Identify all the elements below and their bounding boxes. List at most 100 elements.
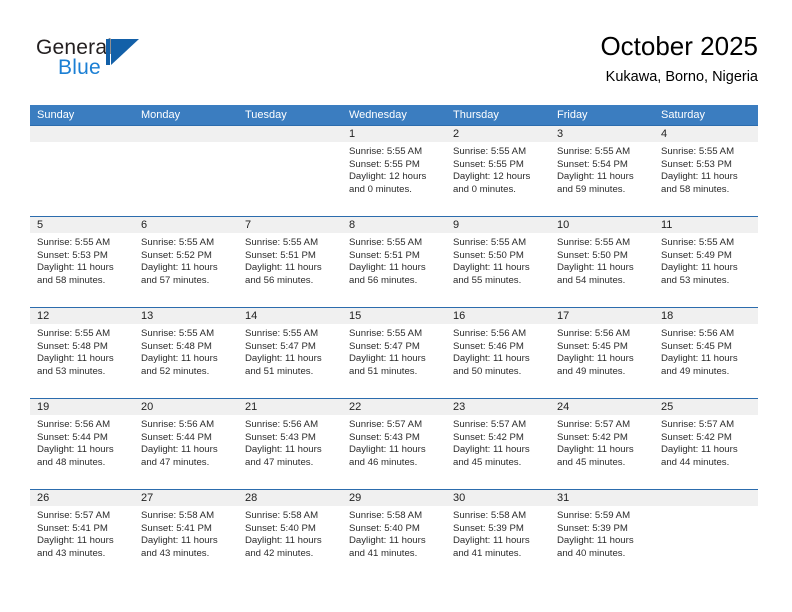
day-cell[interactable]: Sunrise: 5:56 AM Sunset: 5:45 PM Dayligh… — [550, 324, 654, 398]
day-number[interactable]: 4 — [654, 126, 758, 142]
sunset-text: Sunset: 5:40 PM — [349, 522, 420, 534]
day-number[interactable]: 26 — [30, 490, 134, 506]
day-number[interactable]: 17 — [550, 308, 654, 324]
daylight-text-line1: Daylight: 11 hours — [141, 444, 218, 456]
day-cell[interactable]: Sunrise: 5:56 AM Sunset: 5:44 PM Dayligh… — [30, 415, 134, 489]
day-number[interactable]: 2 — [446, 126, 550, 142]
sunset-text: Sunset: 5:49 PM — [661, 249, 732, 261]
week-detail-row: Sunrise: 5:57 AM Sunset: 5:41 PM Dayligh… — [30, 506, 758, 580]
day-cell[interactable]: Sunrise: 5:58 AM Sunset: 5:41 PM Dayligh… — [134, 506, 238, 580]
sunrise-text: Sunrise: 5:56 AM — [661, 328, 735, 339]
day-number[interactable]: 16 — [446, 308, 550, 324]
sunrise-text: Sunrise: 5:55 AM — [349, 146, 423, 157]
day-cell[interactable]: Sunrise: 5:57 AM Sunset: 5:41 PM Dayligh… — [30, 506, 134, 580]
sunrise-text: Sunrise: 5:55 AM — [661, 146, 735, 157]
day-cell[interactable]: Sunrise: 5:55 AM Sunset: 5:55 PM Dayligh… — [446, 142, 550, 216]
day-number[interactable]: 28 — [238, 490, 342, 506]
daylight-text-line2: and 43 minutes. — [37, 547, 106, 559]
daylight-text-line2: and 58 minutes. — [661, 183, 730, 195]
day-number[interactable]: 3 — [550, 126, 654, 142]
calendar-week-row: 19 20 21 22 23 24 25 Sunrise: 5:56 AM Su… — [30, 398, 758, 489]
day-cell[interactable]: Sunrise: 5:58 AM Sunset: 5:40 PM Dayligh… — [342, 506, 446, 580]
day-number[interactable]: 14 — [238, 308, 342, 324]
weekday-header-sunday: Sunday — [37, 109, 75, 121]
day-cell[interactable]: Sunrise: 5:55 AM Sunset: 5:51 PM Dayligh… — [342, 233, 446, 307]
sunrise-text: Sunrise: 5:55 AM — [245, 237, 319, 248]
day-cell[interactable]: Sunrise: 5:59 AM Sunset: 5:39 PM Dayligh… — [550, 506, 654, 580]
day-number[interactable]: 8 — [342, 217, 446, 233]
day-number[interactable]: 11 — [654, 217, 758, 233]
day-cell[interactable]: Sunrise: 5:57 AM Sunset: 5:43 PM Dayligh… — [342, 415, 446, 489]
general-blue-logo[interactable]: General Blue — [36, 36, 176, 82]
daylight-text-line1: Daylight: 11 hours — [661, 353, 738, 365]
day-cell[interactable]: Sunrise: 5:56 AM Sunset: 5:44 PM Dayligh… — [134, 415, 238, 489]
sunset-text: Sunset: 5:46 PM — [453, 340, 524, 352]
sunrise-text: Sunrise: 5:55 AM — [557, 146, 631, 157]
day-number[interactable]: 10 — [550, 217, 654, 233]
day-number[interactable]: 21 — [238, 399, 342, 415]
day-cell[interactable]: Sunrise: 5:55 AM Sunset: 5:54 PM Dayligh… — [550, 142, 654, 216]
page-title: October 2025 — [600, 31, 758, 61]
day-cell[interactable]: Sunrise: 5:55 AM Sunset: 5:51 PM Dayligh… — [238, 233, 342, 307]
day-cell[interactable]: Sunrise: 5:55 AM Sunset: 5:48 PM Dayligh… — [30, 324, 134, 398]
day-number[interactable] — [238, 126, 342, 142]
sunset-text: Sunset: 5:45 PM — [661, 340, 732, 352]
day-number[interactable]: 7 — [238, 217, 342, 233]
day-cell[interactable]: Sunrise: 5:55 AM Sunset: 5:50 PM Dayligh… — [550, 233, 654, 307]
day-number[interactable]: 22 — [342, 399, 446, 415]
daylight-text-line2: and 41 minutes. — [453, 547, 522, 559]
day-number[interactable]: 9 — [446, 217, 550, 233]
day-number[interactable]: 6 — [134, 217, 238, 233]
day-number[interactable]: 13 — [134, 308, 238, 324]
day-cell[interactable]: Sunrise: 5:58 AM Sunset: 5:40 PM Dayligh… — [238, 506, 342, 580]
day-cell[interactable]: Sunrise: 5:58 AM Sunset: 5:39 PM Dayligh… — [446, 506, 550, 580]
sunrise-text: Sunrise: 5:58 AM — [453, 510, 527, 521]
day-cell[interactable]: Sunrise: 5:55 AM Sunset: 5:53 PM Dayligh… — [30, 233, 134, 307]
day-number[interactable]: 23 — [446, 399, 550, 415]
day-number[interactable]: 18 — [654, 308, 758, 324]
day-number[interactable]: 19 — [30, 399, 134, 415]
day-cell[interactable]: Sunrise: 5:57 AM Sunset: 5:42 PM Dayligh… — [446, 415, 550, 489]
day-cell[interactable]: Sunrise: 5:55 AM Sunset: 5:52 PM Dayligh… — [134, 233, 238, 307]
day-cell[interactable]: Sunrise: 5:55 AM Sunset: 5:49 PM Dayligh… — [654, 233, 758, 307]
day-number[interactable] — [134, 126, 238, 142]
day-number[interactable] — [30, 126, 134, 142]
day-number[interactable]: 25 — [654, 399, 758, 415]
day-cell[interactable]: Sunrise: 5:55 AM Sunset: 5:47 PM Dayligh… — [342, 324, 446, 398]
day-number[interactable]: 29 — [342, 490, 446, 506]
sunset-text: Sunset: 5:55 PM — [349, 158, 420, 170]
day-number[interactable]: 20 — [134, 399, 238, 415]
day-cell[interactable]: Sunrise: 5:56 AM Sunset: 5:43 PM Dayligh… — [238, 415, 342, 489]
day-cell[interactable] — [654, 506, 758, 580]
day-cell[interactable] — [134, 142, 238, 216]
day-cell[interactable]: Sunrise: 5:57 AM Sunset: 5:42 PM Dayligh… — [550, 415, 654, 489]
day-cell[interactable]: Sunrise: 5:57 AM Sunset: 5:42 PM Dayligh… — [654, 415, 758, 489]
day-number[interactable]: 1 — [342, 126, 446, 142]
daylight-text-line2: and 54 minutes. — [557, 274, 626, 286]
daylight-text-line2: and 46 minutes. — [349, 456, 418, 468]
daylight-text-line2: and 56 minutes. — [245, 274, 314, 286]
day-number[interactable]: 27 — [134, 490, 238, 506]
day-cell[interactable]: Sunrise: 5:56 AM Sunset: 5:46 PM Dayligh… — [446, 324, 550, 398]
day-number[interactable]: 5 — [30, 217, 134, 233]
day-number[interactable]: 15 — [342, 308, 446, 324]
sunrise-text: Sunrise: 5:56 AM — [141, 419, 215, 430]
day-cell[interactable] — [30, 142, 134, 216]
daylight-text-line2: and 53 minutes. — [661, 274, 730, 286]
day-cell[interactable]: Sunrise: 5:55 AM Sunset: 5:50 PM Dayligh… — [446, 233, 550, 307]
day-number[interactable] — [654, 490, 758, 506]
day-cell[interactable]: Sunrise: 5:55 AM Sunset: 5:55 PM Dayligh… — [342, 142, 446, 216]
day-number[interactable]: 31 — [550, 490, 654, 506]
daylight-text-line2: and 58 minutes. — [37, 274, 106, 286]
day-cell[interactable] — [238, 142, 342, 216]
daylight-text-line1: Daylight: 11 hours — [245, 535, 322, 547]
sunset-text: Sunset: 5:39 PM — [557, 522, 628, 534]
day-cell[interactable]: Sunrise: 5:55 AM Sunset: 5:47 PM Dayligh… — [238, 324, 342, 398]
day-cell[interactable]: Sunrise: 5:56 AM Sunset: 5:45 PM Dayligh… — [654, 324, 758, 398]
day-number[interactable]: 12 — [30, 308, 134, 324]
day-cell[interactable]: Sunrise: 5:55 AM Sunset: 5:48 PM Dayligh… — [134, 324, 238, 398]
sunset-text: Sunset: 5:44 PM — [141, 431, 212, 443]
day-number[interactable]: 24 — [550, 399, 654, 415]
day-cell[interactable]: Sunrise: 5:55 AM Sunset: 5:53 PM Dayligh… — [654, 142, 758, 216]
day-number[interactable]: 30 — [446, 490, 550, 506]
